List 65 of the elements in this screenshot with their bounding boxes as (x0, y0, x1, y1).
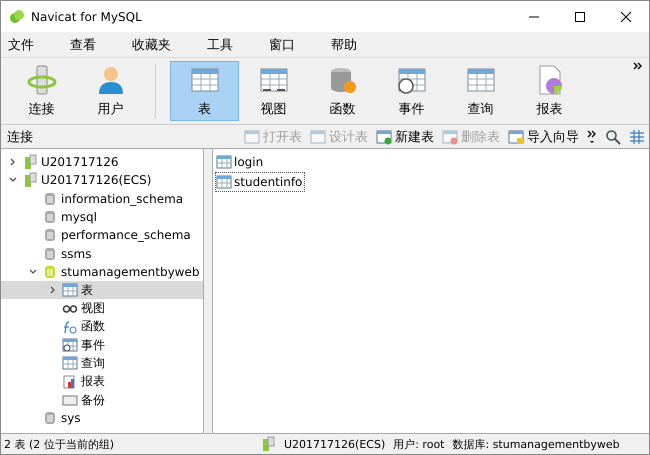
toolbar-button[interactable]: 视图 (239, 61, 308, 121)
tree-item[interactable]: 事件 (1, 336, 203, 354)
app-logo-icon (9, 8, 25, 24)
table-icon (216, 154, 232, 170)
tree-item[interactable]: 备份 (1, 390, 203, 410)
tree-item[interactable]: U201717126 (1, 153, 203, 172)
tree-item[interactable]: 报表 (1, 372, 203, 391)
database-icon (42, 227, 58, 244)
database-icon (42, 209, 58, 226)
status-database: 数据库: stumanagementbyweb (452, 436, 620, 452)
database-icon (42, 410, 58, 426)
more-icon[interactable] (633, 62, 643, 70)
glasses-icon (62, 304, 78, 313)
connection-icon (26, 64, 58, 96)
search-icon[interactable] (605, 128, 621, 144)
table-icon (62, 282, 78, 298)
event-icon (62, 337, 78, 354)
menu-item[interactable]: 帮助 (324, 36, 370, 54)
tree-item[interactable]: 查询 (1, 354, 203, 373)
toolbar-button[interactable]: 查询 (446, 61, 515, 121)
database-open-icon (42, 264, 58, 280)
tree-item[interactable]: U201717126(ECS) (1, 171, 203, 190)
tree-item[interactable]: information_schema (1, 190, 203, 208)
connection-icon (260, 436, 276, 452)
table-icon (216, 174, 232, 190)
menu-item[interactable]: 收藏夹 (125, 36, 184, 54)
tree-item[interactable]: performance_schema (1, 226, 203, 244)
tree-item[interactable]: sys (1, 409, 203, 428)
tree-item[interactable]: mysql (1, 208, 203, 226)
menu-item[interactable]: 查看 (63, 36, 109, 54)
tree-item[interactable]: 函数 (1, 318, 203, 336)
database-icon (42, 246, 58, 262)
object-toolbar-button[interactable]: 新建表 (376, 128, 434, 146)
menu-item[interactable]: 文件 (1, 36, 47, 54)
connection-icon (22, 172, 38, 188)
connection-icon (22, 154, 38, 170)
table-icon (310, 128, 326, 144)
table-icon (508, 128, 524, 144)
toolbar-button[interactable]: 报表 (515, 61, 584, 121)
status-user: 用户: root (393, 436, 444, 452)
table-item[interactable]: studentinfo (215, 172, 306, 192)
object-toolbar-button[interactable]: 导入向导 (508, 128, 579, 146)
status-text: 2 表 (2 位于当前的组) (3, 436, 116, 452)
section-title: 连接 (7, 128, 33, 146)
menu-item[interactable]: 工具 (200, 36, 246, 54)
tree-item[interactable]: stumanagementbyweb (1, 262, 203, 282)
toolbar-button[interactable]: 表 (170, 61, 239, 121)
delete-table-icon (442, 128, 458, 144)
toolbar-button[interactable]: 用户 (76, 61, 145, 121)
grid-view-icon[interactable] (629, 128, 645, 144)
table-icon (244, 128, 260, 144)
more-icon[interactable] (587, 130, 597, 144)
function-icon (62, 318, 78, 335)
tree-item[interactable]: ssms (1, 244, 203, 263)
table-item[interactable]: login (215, 152, 266, 172)
toolbar-button[interactable]: 事件 (377, 61, 446, 121)
menu-item[interactable]: 窗口 (262, 36, 308, 54)
tree-item[interactable]: 表 (1, 281, 203, 300)
window-title: Navicat for MySQL (31, 10, 142, 24)
status-connection: U201717126(ECS) (284, 438, 386, 450)
new-table-icon (376, 128, 392, 144)
toolbar-button[interactable]: 连接 (7, 61, 76, 121)
toolbar-button[interactable]: 函数 (308, 61, 377, 121)
database-icon (42, 190, 58, 207)
tree-item[interactable]: 视图 (1, 299, 203, 318)
